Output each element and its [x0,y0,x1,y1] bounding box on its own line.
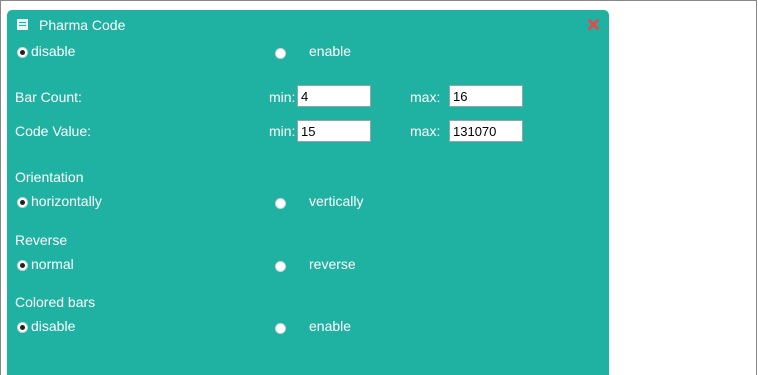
colored-bars-disable-radio[interactable] [17,322,28,333]
mode-enable-label: enable [309,43,352,59]
colored-bars-disable-label: disable [31,318,76,334]
colored-bars-enable-radio[interactable] [275,323,286,334]
bar-count-max-input[interactable] [449,85,523,107]
colored-bars-heading: Colored bars [15,294,96,310]
bar-count-label: Bar Count: [15,89,82,105]
close-icon[interactable] [587,18,600,31]
orientation-horizontally-radio[interactable] [17,197,28,208]
reverse-reverse-label: reverse [309,256,356,272]
code-value-min-label: min: [269,123,296,139]
orientation-heading: Orientation [15,169,84,185]
code-value-max-label: max: [410,123,441,139]
orientation-vertically-radio[interactable] [275,198,286,209]
code-value-max-input[interactable] [449,120,523,142]
reverse-reverse-radio[interactable] [275,261,286,272]
mode-enable-radio[interactable] [275,48,286,59]
mode-disable-radio[interactable] [17,47,28,58]
orientation-horizontally-label: horizontally [31,193,102,209]
panel-title: Pharma Code [39,17,126,33]
code-value-label: Code Value: [15,123,92,139]
orientation-vertically-label: vertically [309,193,364,209]
reverse-normal-radio[interactable] [17,260,28,271]
pharma-code-panel: Pharma Code disable enable Bar Count: mi… [7,10,609,375]
colored-bars-enable-label: enable [309,318,352,334]
mode-disable-label: disable [31,43,76,59]
bar-count-max-label: max: [410,89,441,105]
panel-icon [17,19,28,30]
bar-count-min-label: min: [269,89,296,105]
reverse-normal-label: normal [31,256,74,272]
reverse-heading: Reverse [15,232,68,248]
code-value-min-input[interactable] [297,120,371,142]
bar-count-min-input[interactable] [297,85,371,107]
